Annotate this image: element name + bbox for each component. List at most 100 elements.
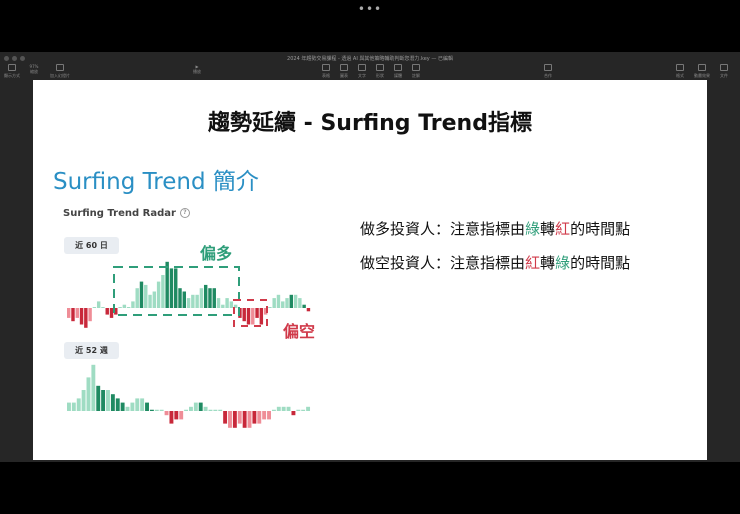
bar xyxy=(289,294,294,308)
bar xyxy=(144,284,148,308)
document-button[interactable]: 文件 xyxy=(712,64,736,79)
document-icon xyxy=(720,64,728,71)
bar xyxy=(216,298,221,308)
bar xyxy=(296,409,301,411)
bar xyxy=(242,411,247,428)
t: 的時間點 xyxy=(570,220,631,238)
label: 圖表 xyxy=(340,73,348,78)
table-icon xyxy=(322,64,330,71)
view-button[interactable]: 顯示方式 xyxy=(0,64,24,79)
bar xyxy=(213,409,218,411)
bar xyxy=(306,308,311,312)
bar xyxy=(306,406,311,411)
chart-icon xyxy=(340,64,348,71)
t: 做空投資人：注意指標由 xyxy=(360,254,526,272)
format-button[interactable]: 格式 xyxy=(668,64,692,79)
bar xyxy=(169,268,174,308)
bar xyxy=(96,301,101,308)
bar xyxy=(281,301,285,308)
bar xyxy=(139,281,144,308)
bar xyxy=(76,398,81,411)
bar xyxy=(71,402,76,411)
bar xyxy=(268,307,272,308)
label: 動畫效果 xyxy=(694,73,710,78)
bar xyxy=(140,398,145,411)
bar xyxy=(106,390,110,411)
short-investor-note: 做空投資人：注意指標由紅轉綠的時間點 xyxy=(360,252,630,273)
chart-60d xyxy=(67,261,311,328)
bar xyxy=(272,298,276,308)
bar xyxy=(179,411,184,420)
bar xyxy=(212,288,216,308)
bar xyxy=(186,298,191,308)
bar xyxy=(184,409,189,411)
bar xyxy=(174,268,178,308)
comment-icon xyxy=(412,64,420,71)
bar xyxy=(252,411,257,424)
bar xyxy=(126,307,131,308)
slide-canvas[interactable]: 趨勢延續 - Surfing Trend指標 Surfing Trend 簡介 … xyxy=(33,80,707,460)
bar xyxy=(105,308,109,315)
bar xyxy=(225,298,229,308)
bar xyxy=(228,411,232,428)
bar xyxy=(242,308,246,322)
animate-button[interactable]: 動畫效果 xyxy=(690,64,714,79)
bar xyxy=(96,385,101,411)
animate-icon xyxy=(698,64,706,71)
bar xyxy=(285,298,289,308)
bar xyxy=(135,398,140,411)
bar xyxy=(199,288,204,308)
label: 形狀 xyxy=(376,73,384,78)
bar xyxy=(255,308,259,318)
bar xyxy=(291,411,296,416)
bar xyxy=(182,291,187,308)
bar xyxy=(122,304,127,308)
media-icon xyxy=(394,64,402,71)
bar xyxy=(75,308,79,318)
bar xyxy=(203,406,208,411)
bar xyxy=(164,411,169,416)
chart-52w xyxy=(67,364,311,428)
label: 合作 xyxy=(544,73,552,78)
bar xyxy=(71,308,75,322)
bar xyxy=(81,390,86,411)
bar xyxy=(91,364,96,411)
view-icon xyxy=(8,64,16,71)
bar xyxy=(271,409,276,411)
bar xyxy=(165,261,169,308)
bar xyxy=(149,409,154,411)
keynote-window: 2024 年趨勢交易課程 - 透過 AI 與其他策略輔助判斷您潛力.key — … xyxy=(0,52,740,462)
label: 媒體 xyxy=(394,73,402,78)
bar xyxy=(161,275,165,308)
traffic-lights[interactable] xyxy=(4,56,25,61)
bar xyxy=(174,411,179,420)
comment-button[interactable]: 註解 xyxy=(404,64,428,79)
bar xyxy=(156,281,161,308)
add-slide-button[interactable]: 加入幻燈片 xyxy=(48,64,72,79)
collaborate-button[interactable]: 合作 xyxy=(536,64,560,79)
bar xyxy=(115,398,120,411)
t: 的時間點 xyxy=(570,254,631,272)
text-icon xyxy=(358,64,366,71)
format-icon xyxy=(676,64,684,71)
bar xyxy=(298,298,302,308)
bar xyxy=(159,409,164,411)
bar xyxy=(302,304,306,308)
bar xyxy=(154,409,159,411)
bar xyxy=(276,294,281,308)
t: 轉 xyxy=(540,254,556,272)
bar xyxy=(259,308,264,325)
bar xyxy=(281,406,286,411)
bar xyxy=(67,308,71,318)
bar xyxy=(229,301,234,308)
bar xyxy=(246,308,251,325)
bar xyxy=(189,406,193,411)
bar xyxy=(88,308,92,322)
window-menu-dots[interactable]: ••• xyxy=(0,2,740,16)
bar xyxy=(135,288,139,308)
play-button[interactable]: ▶ 播放 xyxy=(185,64,209,75)
zoom-button[interactable]: 97% 縮放 xyxy=(22,64,46,75)
shape-icon xyxy=(376,64,384,71)
bar xyxy=(191,294,195,308)
bar xyxy=(286,406,291,411)
